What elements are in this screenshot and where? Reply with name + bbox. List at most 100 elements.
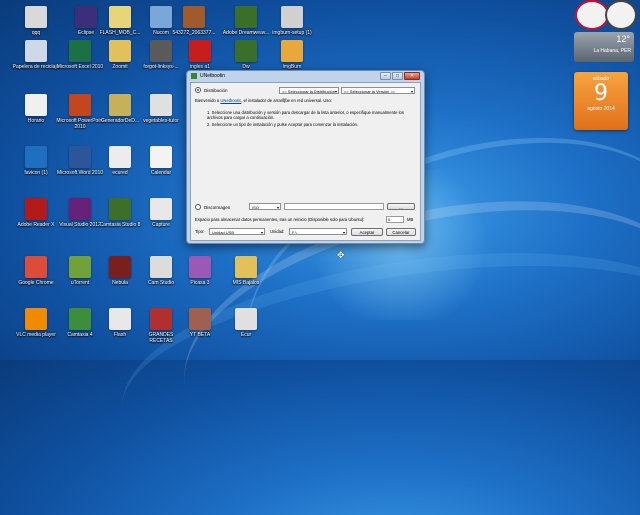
desktop-icon-label: Adobe Dreamweav...: [222, 30, 270, 36]
desktop-icon[interactable]: Dw: [222, 40, 270, 70]
desktop-icon[interactable]: Ecur: [222, 308, 270, 338]
shortcut-icon: [69, 146, 91, 168]
desktop-icon-label: favicon (1): [24, 170, 48, 176]
dialog-body: Distribución == Seleccionar la Distribuc…: [190, 82, 421, 241]
close-button[interactable]: ✕: [404, 72, 420, 80]
desktop-icon[interactable]: ImgBurn: [268, 40, 316, 70]
clock-gadget-icon[interactable]: [575, 0, 609, 30]
distribution-select[interactable]: == Seleccionar la Distribución == ▾: [279, 87, 339, 101]
shortcut-icon: [189, 40, 211, 62]
step-two-text: 2. Seleccione un tipo de instalación y p…: [207, 122, 359, 127]
shortcut-icon: [150, 198, 172, 220]
version-select[interactable]: == Seleccionar la Versión == ▾: [341, 87, 415, 94]
desktop-icon[interactable]: favicon (1): [12, 146, 60, 176]
desktop-icon[interactable]: Capture: [137, 198, 185, 228]
clock-gadget-icon[interactable]: [605, 0, 637, 30]
desktop-icon-label: 543272_2063377...: [172, 30, 216, 36]
persistence-input[interactable]: 0: [386, 216, 404, 223]
browse-button[interactable]: ...: [387, 203, 415, 210]
shortcut-icon: [25, 256, 47, 278]
shortcut-icon: [109, 40, 131, 62]
persistence-unit: MB: [407, 217, 414, 222]
unetbootin-link[interactable]: UNetbootin: [220, 98, 241, 103]
app-icon: [191, 73, 197, 79]
shortcut-icon: [150, 308, 172, 330]
unit-select[interactable]: F:\ ▾: [289, 228, 347, 235]
shortcut-icon: [109, 256, 131, 278]
desktop-icon[interactable]: ingles a1: [176, 40, 224, 70]
shortcut-icon: [109, 6, 131, 28]
iso-path-input[interactable]: [284, 203, 384, 210]
shortcut-icon: [189, 308, 211, 330]
shortcut-icon: [235, 256, 257, 278]
shortcut-icon: [189, 256, 211, 278]
unit-label: Unidad:: [270, 229, 285, 234]
shortcut-icon: [69, 256, 91, 278]
shortcut-icon: [150, 94, 172, 116]
weather-gadget[interactable]: 12° La Habana, PER: [574, 32, 634, 62]
shortcut-icon: [25, 146, 47, 168]
desktop-icon[interactable]: Google Chrome: [12, 256, 60, 286]
shortcut-icon: [69, 94, 91, 116]
distribution-label: Distribución: [204, 87, 228, 93]
weather-temp: 12°: [616, 34, 630, 44]
desktop-icon-label: Google Chrome: [18, 280, 54, 286]
persistence-label: Espacio para almacenar datos permanentes…: [195, 217, 365, 222]
desktop-icon[interactable]: imgburn-setup (1): [268, 6, 316, 36]
window-title: UNetbootin: [200, 73, 226, 79]
weather-city: La Habana, PER: [593, 48, 631, 54]
desktop-icon[interactable]: qqq: [12, 6, 60, 36]
desktop-icon[interactable]: VLC media player: [12, 308, 60, 338]
desktop-icon[interactable]: Papelera de reciclaje: [12, 40, 60, 70]
calendar-gadget[interactable]: sábado 9 agosto 2014: [574, 72, 628, 130]
welcome-text: Bienvenido a UNetbootin, el instalador d…: [195, 98, 332, 103]
minimize-button[interactable]: –: [380, 72, 391, 80]
desktop-icon[interactable]: Horario: [12, 94, 60, 124]
shortcut-icon: [150, 6, 172, 28]
distribution-radio[interactable]: [195, 87, 201, 93]
shortcut-icon: [109, 146, 131, 168]
shortcut-icon: [25, 198, 47, 220]
shortcut-icon: [150, 256, 172, 278]
shortcut-icon: [235, 6, 257, 28]
desktop-icon[interactable]: MIS Bajalos: [222, 256, 270, 286]
desktop-icon-label: Capture: [152, 222, 170, 228]
accept-button[interactable]: Aceptar: [351, 227, 383, 236]
type-label: Tipo:: [195, 229, 205, 234]
desktop-icon-label: MIS Bajalos: [232, 280, 260, 286]
shortcut-icon: [25, 308, 47, 330]
desktop-icon[interactable]: YT BETA: [176, 308, 224, 338]
type-select[interactable]: Unidad USB ▾: [209, 228, 265, 235]
desktop-icon-label: Ecur: [240, 332, 252, 338]
shortcut-icon: [69, 198, 91, 220]
diskimage-label: DiscoImagen: [204, 204, 231, 210]
desktop-icon[interactable]: Adobe Dreamweav...: [222, 6, 270, 36]
desktop-icon[interactable]: 543272_2063377...: [170, 6, 218, 36]
desktop-icon[interactable]: Adobe Reader X: [12, 198, 60, 228]
shortcut-icon: [109, 198, 131, 220]
maximize-button[interactable]: □: [392, 72, 403, 80]
desktop-icon-label: YT BETA: [189, 332, 211, 338]
desktop-icon[interactable]: vegetables-tutor: [137, 94, 185, 124]
desktop-icon-label: vegetables-tutor: [143, 118, 179, 124]
shortcut-icon: [183, 6, 205, 28]
shortcut-icon: [150, 146, 172, 168]
desktop-icon-label: qqq: [31, 30, 41, 36]
desktop-icon-label: Adobe Reader X: [17, 222, 55, 228]
shortcut-icon: [150, 40, 172, 62]
calendar-month: agosto 2014: [587, 106, 615, 112]
cancel-button[interactable]: Cancelar: [386, 227, 416, 236]
shortcut-icon: [109, 308, 131, 330]
desktop-icon[interactable]: Picasa 3: [176, 256, 224, 286]
shortcut-icon: [235, 308, 257, 330]
iso-select[interactable]: ISO ▾: [249, 203, 281, 210]
diskimage-radio[interactable]: [195, 204, 201, 210]
shortcut-icon: [281, 6, 303, 28]
step-one-text: 1. Seleccione una distribución y versión…: [207, 110, 404, 121]
shortcut-icon: [69, 308, 91, 330]
desktop-icon-label: Picasa 3: [190, 280, 210, 286]
shortcut-icon: [109, 94, 131, 116]
calendar-day: 9: [594, 81, 608, 106]
desktop-icon-label: VLC media player: [16, 332, 56, 338]
desktop-icon-label: imgburn-setup (1): [272, 30, 312, 36]
